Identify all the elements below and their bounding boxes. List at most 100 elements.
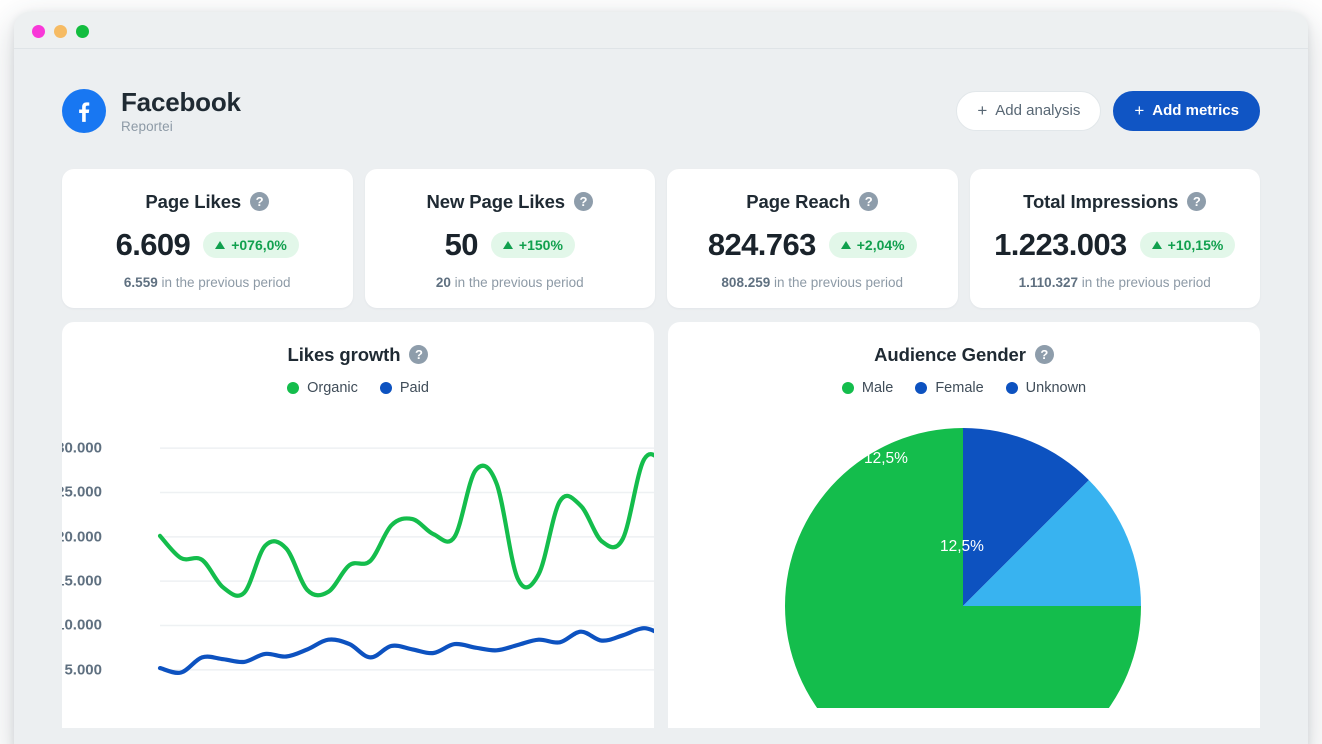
y-axis-tick-label: 15.000 — [62, 573, 102, 590]
minimize-window-button[interactable] — [54, 25, 67, 38]
legend-item-organic[interactable]: Organic — [287, 380, 358, 396]
metric-previous-value: 808.259 — [721, 275, 770, 290]
legend-item-male[interactable]: Male — [842, 380, 893, 396]
arrow-up-icon — [1152, 241, 1162, 249]
status-badge: +076,0% — [203, 232, 299, 258]
chart-card-audience-gender: Audience Gender ? Male Female — [668, 322, 1260, 728]
chart-legend: Male Female Unknown — [668, 380, 1260, 396]
line-chart-plot: 30.00025.00020.00015.00010.0005.000 — [62, 412, 654, 712]
help-icon[interactable]: ? — [574, 192, 593, 211]
chart-title-row: Audience Gender ? — [668, 344, 1260, 366]
legend-item-unknown[interactable]: Unknown — [1006, 380, 1086, 396]
metric-value: 1.223.003 — [994, 227, 1127, 263]
chart-title: Audience Gender — [874, 344, 1026, 366]
maximize-window-button[interactable] — [76, 25, 89, 38]
metric-previous-value: 20 — [436, 275, 451, 290]
help-icon[interactable]: ? — [859, 192, 878, 211]
metric-value-row: 1.223.003 +10,15% — [984, 227, 1247, 263]
plus-icon: + — [977, 102, 987, 119]
metric-card-new-page-likes: New Page Likes ? 50 +150% 20 in the prev… — [365, 169, 656, 308]
metric-value-row: 6.609 +076,0% — [76, 227, 339, 263]
status-badge: +2,04% — [829, 232, 917, 258]
metric-title: Total Impressions — [1023, 191, 1178, 213]
add-analysis-button[interactable]: + Add analysis — [956, 91, 1101, 131]
facebook-icon — [62, 89, 106, 133]
metric-title-row: New Page Likes ? — [379, 191, 642, 213]
metric-previous: 1.110.327 in the previous period — [984, 275, 1247, 290]
legend-label: Female — [935, 380, 983, 396]
metric-previous-suffix: in the previous period — [158, 275, 291, 290]
metric-title-row: Page Likes ? — [76, 191, 339, 213]
metric-card-total-impressions: Total Impressions ? 1.223.003 +10,15% 1.… — [970, 169, 1261, 308]
status-badge: +10,15% — [1140, 232, 1236, 258]
metric-previous: 20 in the previous period — [379, 275, 642, 290]
y-axis-tick-label: 5.000 — [64, 661, 102, 678]
status-badge: +150% — [491, 232, 575, 258]
add-analysis-label: Add analysis — [995, 102, 1080, 119]
legend-dot-icon — [1006, 382, 1018, 394]
metric-previous-suffix: in the previous period — [451, 275, 584, 290]
metric-title-row: Total Impressions ? — [984, 191, 1247, 213]
metric-previous: 6.559 in the previous period — [76, 275, 339, 290]
metric-value: 50 — [445, 227, 478, 263]
metric-title: New Page Likes — [427, 191, 565, 213]
chart-cards: Likes growth ? Organic Paid — [62, 322, 1260, 728]
arrow-up-icon — [215, 241, 225, 249]
chart-legend: Organic Paid — [62, 380, 654, 396]
legend-dot-icon — [380, 382, 392, 394]
add-metrics-button[interactable]: + Add metrics — [1113, 91, 1260, 131]
metric-card-page-likes: Page Likes ? 6.609 +076,0% 6.559 in the … — [62, 169, 353, 308]
pie-chart-plot: 75%12,5%12,5% — [668, 408, 1260, 708]
add-metrics-label: Add metrics — [1152, 102, 1239, 119]
legend-label: Unknown — [1026, 380, 1086, 396]
line-series-paid — [160, 622, 654, 673]
metric-title-row: Page Reach ? — [681, 191, 944, 213]
metric-previous: 808.259 in the previous period — [681, 275, 944, 290]
window-titlebar — [14, 12, 1308, 49]
metric-previous-value: 6.559 — [124, 275, 158, 290]
brand-text: Facebook Reportei — [121, 88, 241, 134]
screenshot-root: Facebook Reportei + Add analysis + Add m… — [0, 0, 1322, 744]
legend-item-female[interactable]: Female — [915, 380, 983, 396]
help-icon[interactable]: ? — [1035, 345, 1054, 364]
help-icon[interactable]: ? — [1187, 192, 1206, 211]
badge-label: +150% — [519, 237, 563, 253]
browser-window: Facebook Reportei + Add analysis + Add m… — [14, 12, 1308, 744]
legend-item-paid[interactable]: Paid — [380, 380, 429, 396]
line-chart-svg — [62, 412, 654, 712]
badge-label: +10,15% — [1168, 237, 1224, 253]
window-controls — [32, 25, 89, 38]
y-axis-tick-label: 10.000 — [62, 617, 102, 634]
page-header: Facebook Reportei + Add analysis + Add m… — [62, 49, 1260, 134]
chart-card-likes-growth: Likes growth ? Organic Paid — [62, 322, 654, 728]
badge-label: +2,04% — [857, 237, 905, 253]
metric-previous-value: 1.110.327 — [1019, 275, 1078, 290]
arrow-up-icon — [503, 241, 513, 249]
line-series-organic — [160, 454, 654, 596]
page-title: Facebook — [121, 88, 241, 118]
metric-card-page-reach: Page Reach ? 824.763 +2,04% 808.259 in t… — [667, 169, 958, 308]
help-icon[interactable]: ? — [409, 345, 428, 364]
legend-label: Organic — [307, 380, 358, 396]
chart-title-row: Likes growth ? — [62, 344, 654, 366]
header-actions: + Add analysis + Add metrics — [956, 91, 1260, 131]
metric-title: Page Reach — [746, 191, 850, 213]
metric-previous-suffix: in the previous period — [770, 275, 903, 290]
close-window-button[interactable] — [32, 25, 45, 38]
metric-value-row: 50 +150% — [379, 227, 642, 263]
help-icon[interactable]: ? — [250, 192, 269, 211]
plus-icon: + — [1134, 102, 1144, 119]
y-axis-tick-label: 20.000 — [62, 528, 102, 545]
metric-title: Page Likes — [145, 191, 241, 213]
legend-label: Male — [862, 380, 893, 396]
legend-dot-icon — [915, 382, 927, 394]
metric-previous-suffix: in the previous period — [1078, 275, 1211, 290]
page-subtitle: Reportei — [121, 119, 241, 134]
legend-label: Paid — [400, 380, 429, 396]
legend-dot-icon — [287, 382, 299, 394]
badge-label: +076,0% — [231, 237, 287, 253]
metric-value-row: 824.763 +2,04% — [681, 227, 944, 263]
arrow-up-icon — [841, 241, 851, 249]
y-axis-tick-label: 30.000 — [62, 440, 102, 457]
chart-title: Likes growth — [288, 344, 401, 366]
